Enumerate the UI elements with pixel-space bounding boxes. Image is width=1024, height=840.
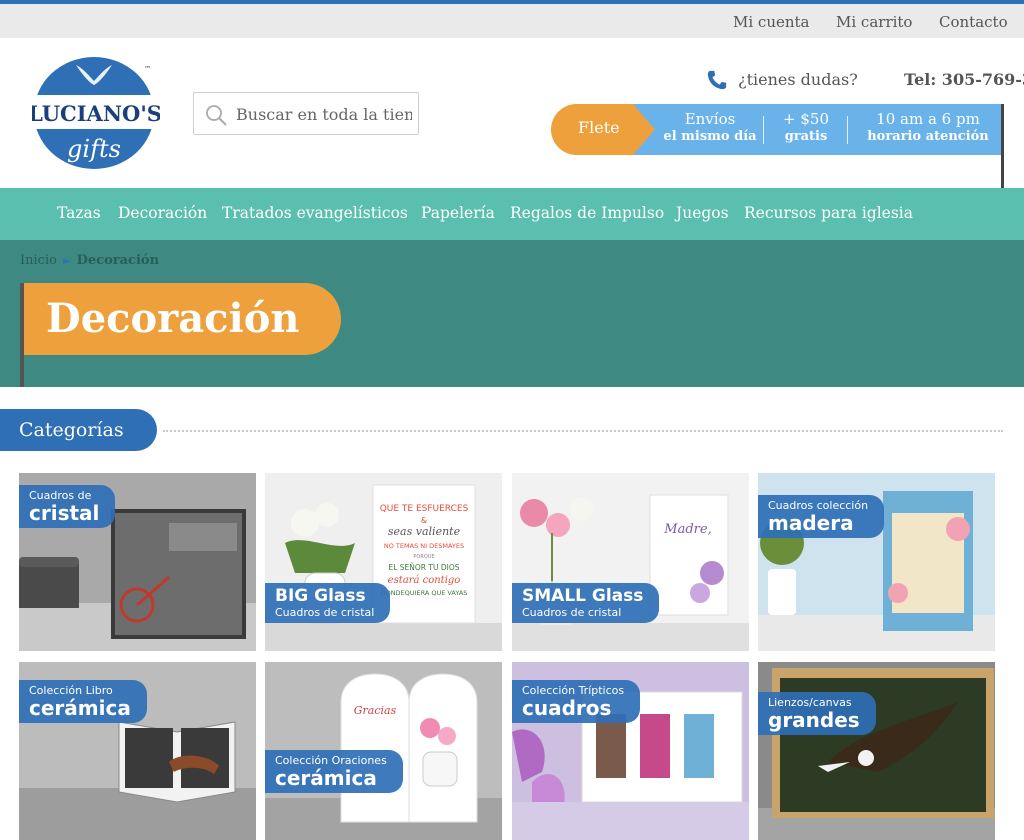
category-tile-big-glass[interactable]: QUE TE ESFUERCES & seas valiente NO TEMA… — [265, 473, 502, 651]
svg-text:Madre,: Madre, — [663, 522, 711, 537]
category-label: Colección Oraciones cerámica — [265, 750, 403, 793]
svg-text:™: ™ — [144, 65, 151, 73]
page-title: Decoración — [46, 295, 300, 342]
category-tile-lienzos[interactable]: Lienzos/canvas grandes — [758, 662, 995, 840]
logo-graphic: LUCIANO'S gifts ™ — [28, 57, 162, 169]
category-tile-oraciones-ceramica[interactable]: Gracias Colección Oraciones cerámica — [265, 662, 502, 840]
breadcrumb: Inicio ► Decoración — [20, 253, 159, 268]
svg-text:NO TEMAS NI DESMAYES: NO TEMAS NI DESMAYES — [384, 542, 464, 550]
search-icon[interactable] — [204, 103, 228, 127]
section-heading-pill: Categorías — [0, 409, 157, 451]
category-label: Colección Trípticos cuadros — [512, 680, 641, 723]
shipping-hours: 10 am a 6 pm horario atención — [867, 110, 989, 144]
phone-icon — [707, 70, 727, 90]
nav-decoracion[interactable]: Decoración — [118, 204, 207, 222]
category-tile-libro-ceramica[interactable]: Colección Libro cerámica — [19, 662, 256, 840]
tile-image: QUE TE ESFUERCES & seas valiente NO TEMA… — [265, 473, 502, 651]
nav-juegos[interactable]: Juegos — [676, 204, 729, 222]
site-logo[interactable]: LUCIANO'S gifts ™ — [28, 55, 162, 171]
nav-papeleria[interactable]: Papelería — [421, 204, 495, 222]
category-label: SMALL Glass Cuadros de cristal — [512, 583, 660, 623]
tile-image — [758, 662, 995, 840]
svg-text:LUCIANO'S: LUCIANO'S — [32, 101, 160, 126]
svg-text:PORQUE: PORQUE — [413, 554, 434, 560]
category-label: Cuadros colección madera — [758, 495, 885, 538]
main-nav: Tazas Decoración Tratados evangelísticos… — [0, 188, 1024, 240]
breadcrumb-separator: ► — [62, 256, 71, 267]
svg-text:seas valiente: seas valiente — [388, 525, 461, 538]
flete-label: Flete — [551, 104, 655, 155]
shipping-free: + $50 gratis — [783, 110, 829, 144]
header-divider-line — [1001, 104, 1004, 188]
contact-link[interactable]: Contacto — [939, 13, 1008, 31]
shipping-divider — [763, 116, 764, 144]
section-dotted-divider — [163, 430, 1003, 432]
shipping-banner: Flete Envíos el mismo día + $50 gratis 1… — [551, 104, 1005, 155]
nav-regalos[interactable]: Regalos de Impulso — [510, 204, 664, 222]
search-box — [193, 92, 419, 135]
tile-image: Madre, — [512, 473, 749, 651]
shipping-divider — [847, 116, 848, 144]
contact-question: ¿tienes dudas? — [738, 70, 858, 89]
nav-tazas[interactable]: Tazas — [57, 204, 101, 222]
my-cart-link[interactable]: Mi carrito — [836, 13, 912, 31]
my-account-link[interactable]: Mi cuenta — [733, 13, 810, 31]
breadcrumb-home[interactable]: Inicio — [20, 253, 57, 268]
breadcrumb-current: Decoración — [76, 253, 160, 268]
svg-text:estará contigo: estará contigo — [388, 575, 461, 586]
category-label: Lienzos/canvas grandes — [758, 692, 876, 735]
svg-text:Gracias: Gracias — [354, 704, 397, 717]
utility-bar: Mi cuenta Mi carrito Contacto — [0, 4, 1024, 38]
svg-text:gifts: gifts — [67, 135, 121, 163]
svg-text:DONDEQUIERA QUE VAYAS: DONDEQUIERA QUE VAYAS — [381, 589, 468, 597]
category-tile-small-glass[interactable]: Madre, SMALL Glass Cuadros de cristal — [512, 473, 749, 651]
section-title: Categorías — [19, 419, 124, 441]
category-label: Colección Libro cerámica — [19, 680, 147, 723]
svg-text:QUE TE ESFUERCES: QUE TE ESFUERCES — [380, 504, 469, 514]
category-label: Cuadros de cristal — [19, 485, 116, 528]
nav-recursos[interactable]: Recursos para iglesia — [744, 204, 913, 222]
svg-text:EL SEÑOR TU DIOS: EL SEÑOR TU DIOS — [388, 563, 459, 572]
category-tile-tripticos[interactable]: Colección Trípticos cuadros — [512, 662, 749, 840]
category-tile-madera[interactable]: Cuadros colección madera — [758, 473, 995, 651]
category-banner: Inicio ► Decoración Decoración — [0, 240, 1024, 387]
category-tile-cristal[interactable]: Cuadros de cristal — [19, 473, 256, 651]
category-label: BIG Glass Cuadros de cristal — [265, 583, 391, 623]
shipping-same-day: Envíos el mismo día — [663, 110, 757, 144]
svg-text:&: & — [421, 516, 427, 525]
contact-tel[interactable]: Tel: 305-769-3103 — [904, 70, 1024, 89]
page-title-pill: Decoración — [24, 283, 341, 355]
search-input[interactable] — [236, 99, 412, 129]
nav-tratados[interactable]: Tratados evangelísticos — [222, 204, 408, 222]
